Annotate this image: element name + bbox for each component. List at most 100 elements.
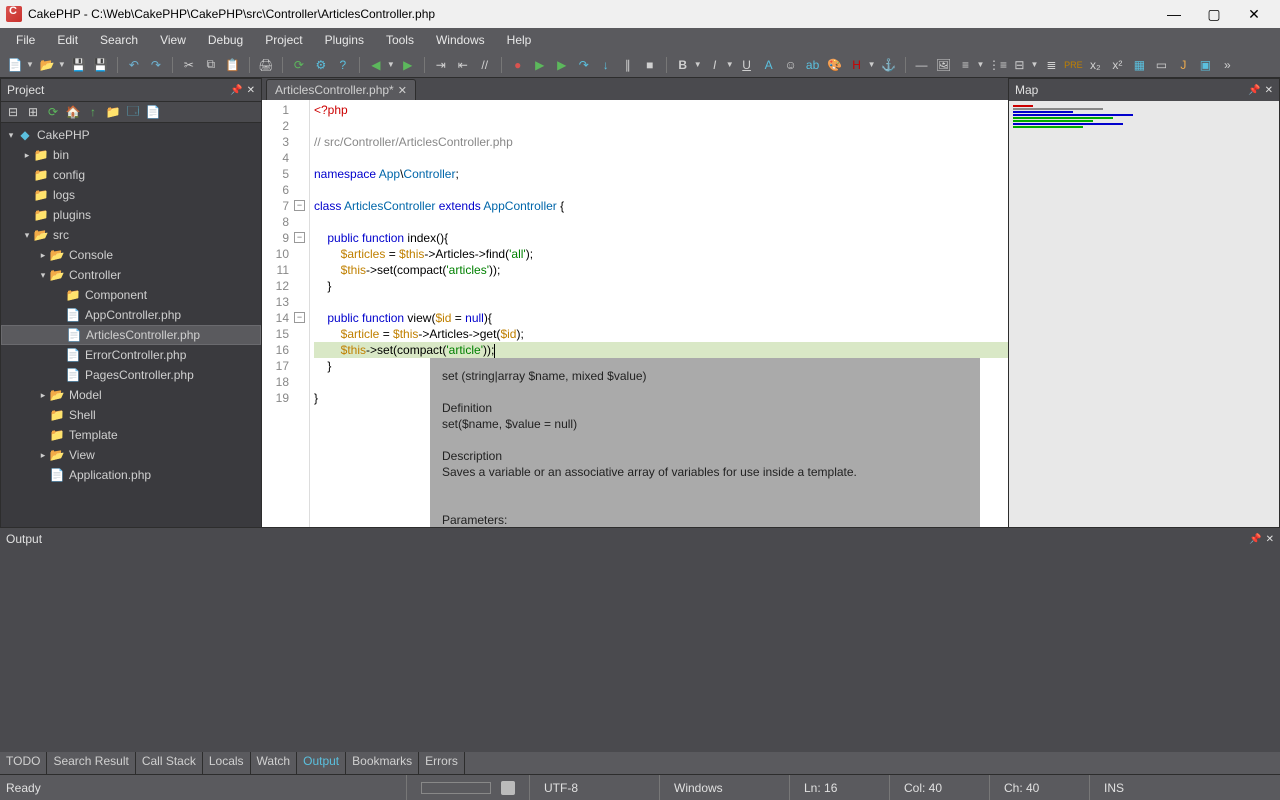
output-tab-output[interactable]: Output (297, 752, 346, 774)
tree-item[interactable]: ▾src (1, 225, 261, 245)
bold-icon[interactable]: B (674, 56, 692, 74)
close-panel-icon[interactable]: ✕ (1266, 534, 1274, 545)
output-tab-watch[interactable]: Watch (251, 752, 298, 774)
home-icon[interactable]: 🏠 (65, 104, 81, 120)
output-tab-todo[interactable]: TODO (0, 752, 47, 774)
nav-back-icon[interactable]: ◀ (367, 56, 385, 74)
settings-icon[interactable]: ⚙ (312, 56, 330, 74)
sync-icon[interactable]: ⟳ (45, 104, 61, 120)
close-button[interactable]: ✕ (1234, 6, 1274, 23)
open-icon[interactable]: 📂 (38, 56, 56, 74)
new-folder-icon[interactable]: 📁 (105, 104, 121, 120)
output-tab-locals[interactable]: Locals (203, 752, 251, 774)
align-icon[interactable]: ≣ (1042, 56, 1060, 74)
tree-item[interactable]: ▸bin (1, 145, 261, 165)
dropdown-icon[interactable]: ▼ (694, 60, 702, 69)
underline-icon[interactable]: U (738, 56, 756, 74)
pin-icon[interactable]: 📌 (1248, 85, 1260, 96)
heading-icon[interactable]: H (848, 56, 866, 74)
cut-icon[interactable]: ✂ (180, 56, 198, 74)
menu-view[interactable]: View (150, 31, 196, 49)
print-icon[interactable]: 🖨 (257, 56, 275, 74)
nav-fwd-icon[interactable]: ▶ (399, 56, 417, 74)
redo-icon[interactable]: ↷ (147, 56, 165, 74)
tree-item[interactable]: AppController.php (1, 305, 261, 325)
tag-icon[interactable]: ab (804, 56, 822, 74)
save-icon[interactable]: 💾 (70, 56, 88, 74)
dropdown-icon[interactable]: ▼ (726, 60, 734, 69)
output-tab-search-result[interactable]: Search Result (47, 752, 135, 774)
expand-icon[interactable]: ⊞ (25, 104, 41, 120)
debug-icon[interactable]: ▶ (553, 56, 571, 74)
menu-plugins[interactable]: Plugins (315, 31, 374, 49)
help-icon[interactable]: ? (334, 56, 352, 74)
dropdown-icon[interactable]: ▼ (977, 60, 985, 69)
menu-debug[interactable]: Debug (198, 31, 253, 49)
menu-windows[interactable]: Windows (426, 31, 495, 49)
tree-item[interactable]: Application.php (1, 465, 261, 485)
pre-icon[interactable]: PRE (1064, 56, 1082, 74)
menu-search[interactable]: Search (90, 31, 148, 49)
status-eol[interactable]: Windows (659, 775, 789, 800)
maximize-button[interactable]: ▢ (1194, 6, 1234, 23)
link-icon[interactable]: A (760, 56, 778, 74)
breakpoint-icon[interactable]: ● (509, 56, 527, 74)
close-panel-icon[interactable]: ✕ (1265, 85, 1273, 96)
dropdown-icon[interactable]: ▼ (868, 60, 876, 69)
js-icon[interactable]: J (1174, 56, 1192, 74)
outdent-icon[interactable]: ⇤ (454, 56, 472, 74)
output-body[interactable] (0, 550, 1280, 752)
italic-icon[interactable]: I (706, 56, 724, 74)
dropdown-icon[interactable]: ▼ (26, 60, 34, 69)
comment-icon[interactable]: // (476, 56, 494, 74)
indent-icon[interactable]: ⇥ (432, 56, 450, 74)
step-into-icon[interactable]: ↓ (597, 56, 615, 74)
tree-item[interactable]: ▾Controller (1, 265, 261, 285)
up-icon[interactable]: ↑ (85, 104, 101, 120)
more-icon[interactable]: » (1218, 56, 1236, 74)
color-icon[interactable]: 🎨 (826, 56, 844, 74)
anchor-icon[interactable]: ⚓ (880, 56, 898, 74)
list-icon[interactable]: ≡ (957, 56, 975, 74)
pause-icon[interactable]: ∥ (619, 56, 637, 74)
tree-item[interactable]: Component (1, 285, 261, 305)
dropdown-icon[interactable]: ▼ (1030, 60, 1038, 69)
collapse-icon[interactable]: ⊟ (5, 104, 21, 120)
div-icon[interactable]: ▭ (1152, 56, 1170, 74)
dropdown-icon[interactable]: ▼ (387, 60, 395, 69)
new-file-icon[interactable]: 📄 (145, 104, 161, 120)
dropdown-icon[interactable]: ▼ (58, 60, 66, 69)
new-icon[interactable]: 📄 (6, 56, 24, 74)
form-icon[interactable]: ▣ (1196, 56, 1214, 74)
explorer-icon[interactable]: 🗔 (125, 104, 141, 120)
menu-help[interactable]: Help (497, 31, 542, 49)
pin-icon[interactable]: 📌 (230, 85, 242, 96)
tree-item[interactable]: ErrorController.php (1, 345, 261, 365)
tree-item[interactable]: PagesController.php (1, 365, 261, 385)
menu-edit[interactable]: Edit (47, 31, 88, 49)
minimize-button[interactable]: — (1154, 6, 1194, 22)
sup-icon[interactable]: x² (1108, 56, 1126, 74)
undo-icon[interactable]: ↶ (125, 56, 143, 74)
menu-tools[interactable]: Tools (376, 31, 424, 49)
status-insert[interactable]: INS (1089, 775, 1189, 800)
ol-icon[interactable]: ⋮≡ (988, 56, 1006, 74)
tree-item[interactable]: plugins (1, 205, 261, 225)
sub-icon[interactable]: x₂ (1086, 56, 1104, 74)
tab-close-icon[interactable]: ✕ (398, 84, 407, 97)
output-tab-bookmarks[interactable]: Bookmarks (346, 752, 419, 774)
tree-item[interactable]: ▸View (1, 445, 261, 465)
image-icon[interactable]: 🖼 (935, 56, 953, 74)
tree-item[interactable]: Shell (1, 405, 261, 425)
emoji-icon[interactable]: ☺ (782, 56, 800, 74)
refresh-icon[interactable]: ⟳ (290, 56, 308, 74)
editor-tab[interactable]: ArticlesController.php* ✕ (266, 79, 416, 100)
table-icon[interactable]: ▦ (1130, 56, 1148, 74)
run-icon[interactable]: ▶ (531, 56, 549, 74)
tree-item[interactable]: Template (1, 425, 261, 445)
status-encoding[interactable]: UTF-8 (529, 775, 659, 800)
menu-file[interactable]: File (6, 31, 45, 49)
stop-icon[interactable]: ■ (641, 56, 659, 74)
tree-item[interactable]: ▾CakePHP (1, 125, 261, 145)
close-panel-icon[interactable]: ✕ (247, 85, 255, 96)
